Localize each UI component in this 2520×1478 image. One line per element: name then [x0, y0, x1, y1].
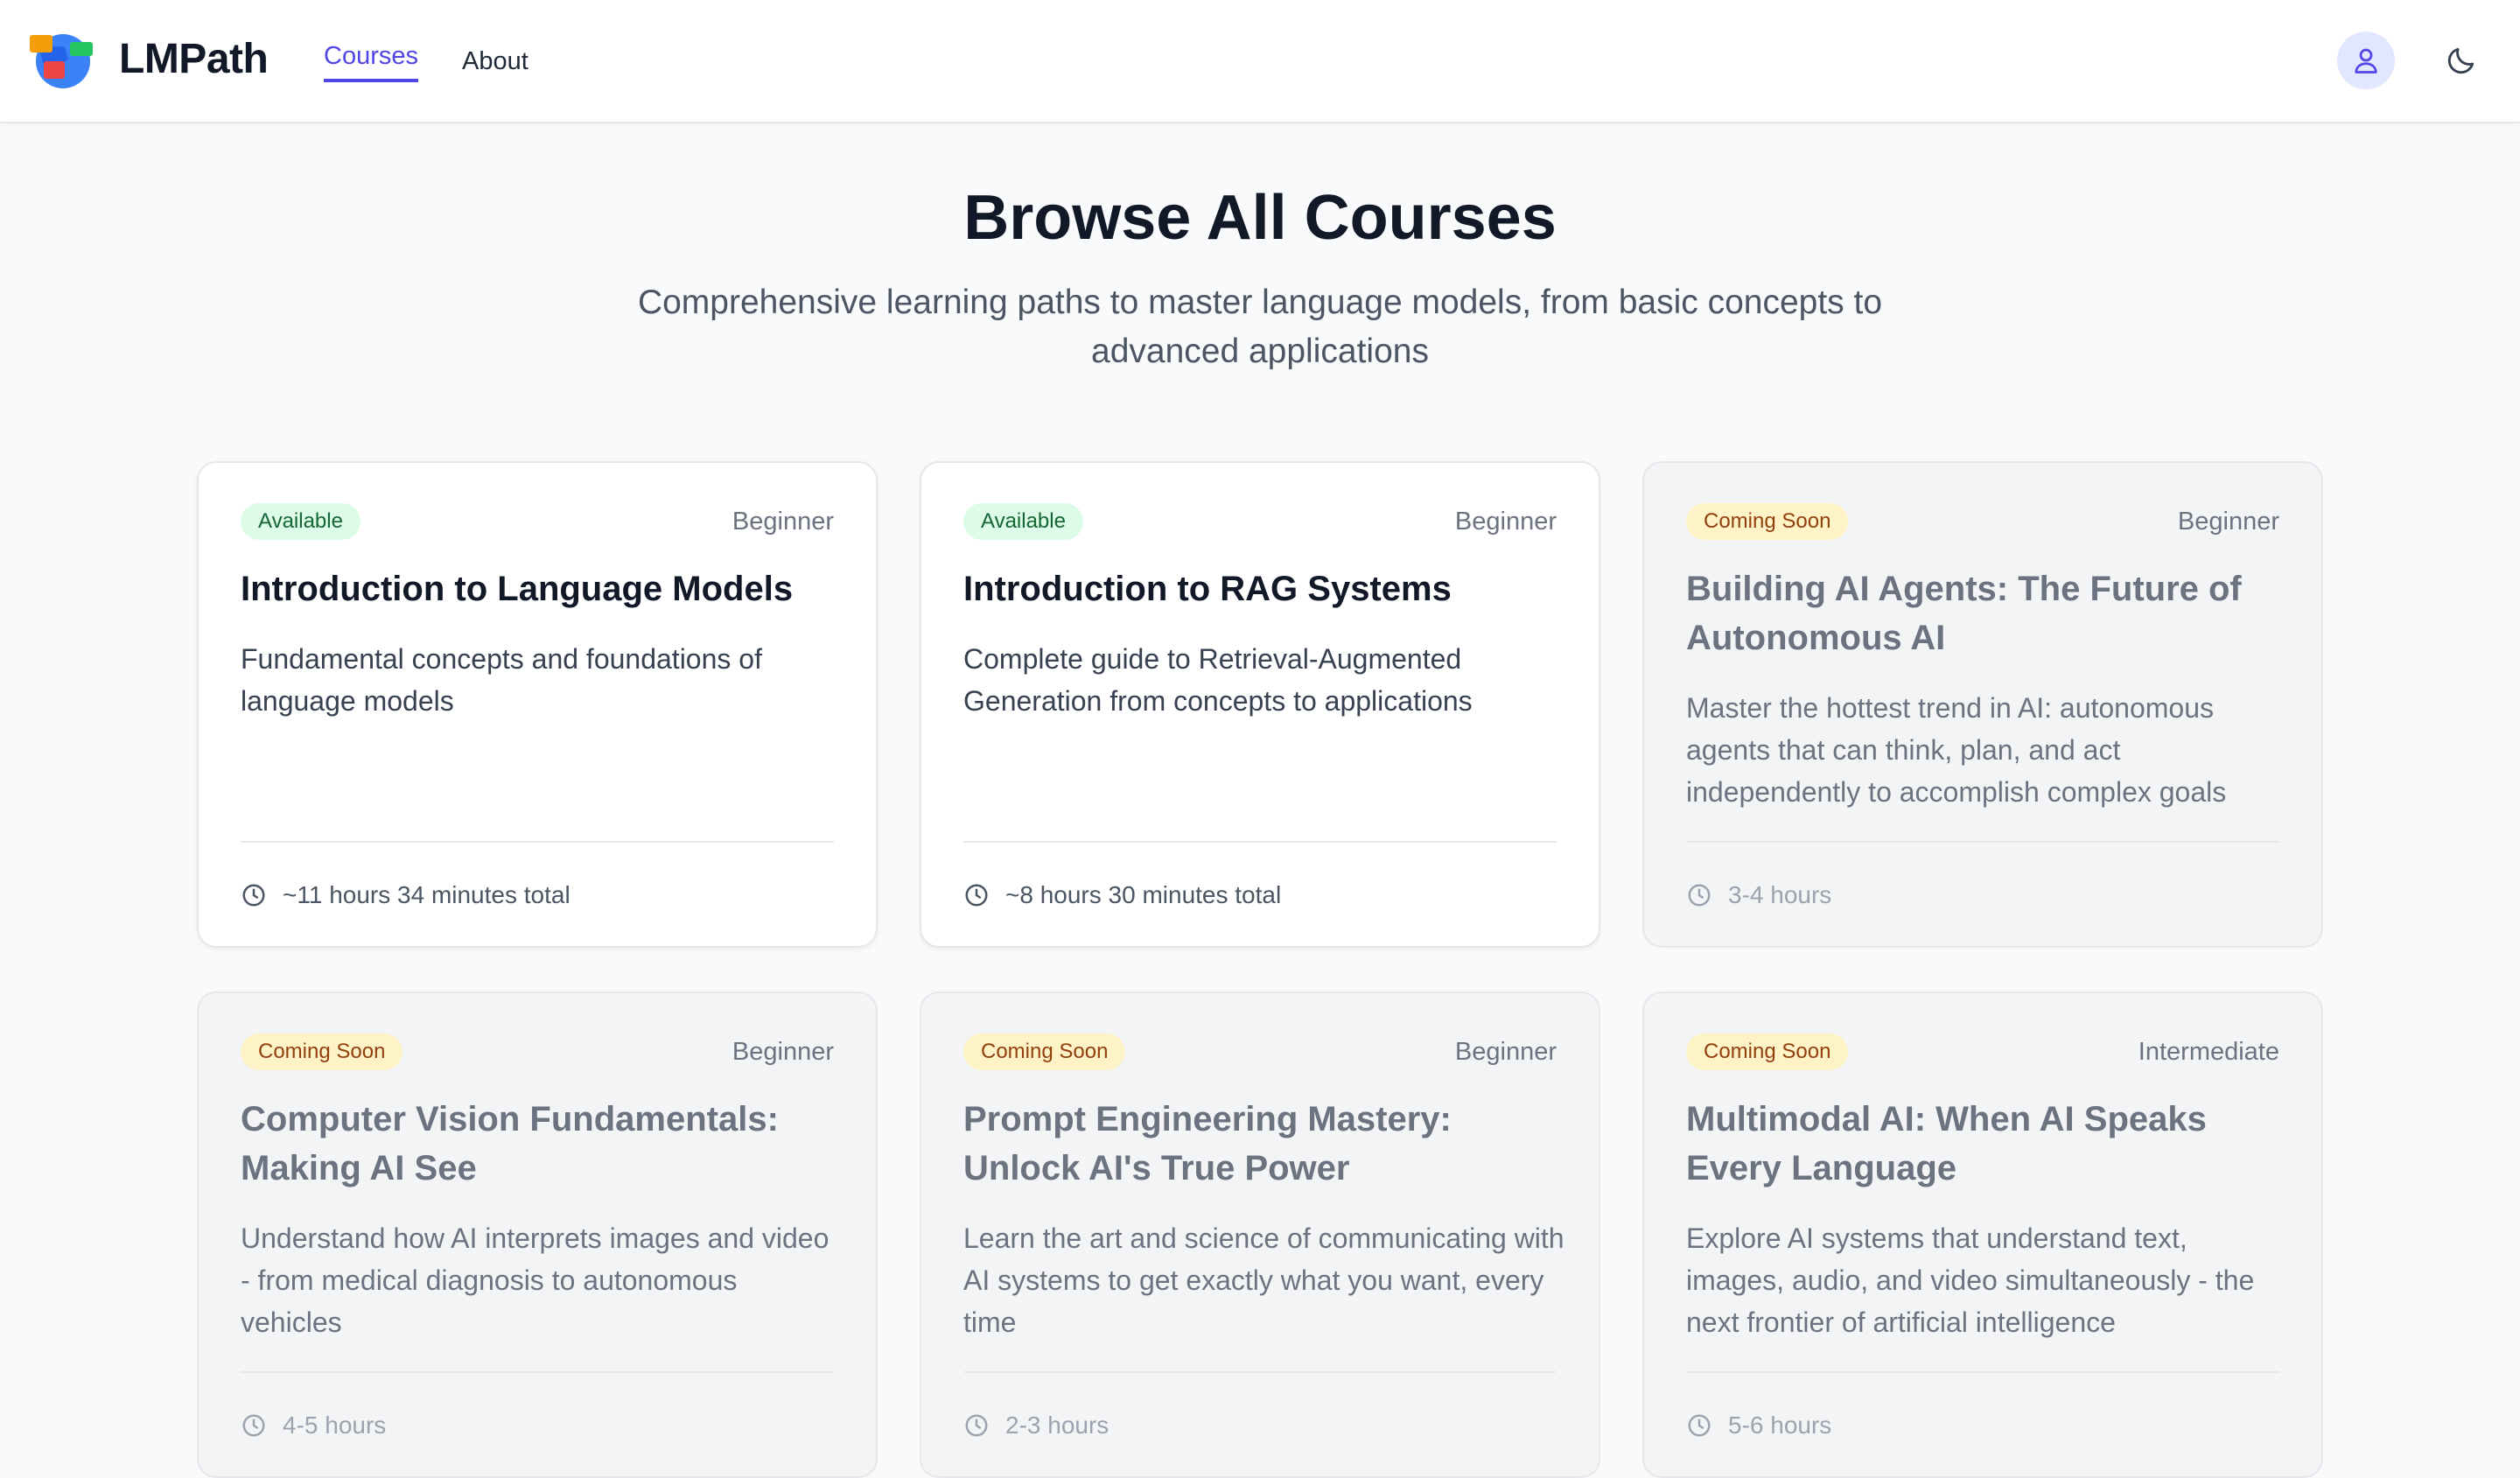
- nav-courses-link[interactable]: Courses: [324, 39, 418, 82]
- course-card: Coming Soon Beginner Building AI Agents:…: [1642, 461, 2323, 948]
- course-level: Beginner: [732, 1038, 834, 1066]
- course-duration: 2-3 hours: [963, 1408, 1109, 1443]
- duration-text: 3-4 hours: [1728, 881, 1832, 908]
- course-title: Building AI Agents: The Future of Autono…: [1686, 570, 2242, 657]
- course-card: Coming Soon Intermediate Multimodal AI: …: [1642, 991, 2323, 1478]
- status-badge: Coming Soon: [241, 1033, 403, 1070]
- page-subtitle: Comprehensive learning paths to master l…: [637, 284, 1883, 370]
- top-nav-bar: LMPath Courses About: [0, 0, 2520, 123]
- course-level: Beginner: [2177, 508, 2279, 536]
- course-duration: ~8 hours 30 minutes total: [963, 878, 1281, 913]
- clock-icon: [1688, 884, 1711, 907]
- status-badge: Coming Soon: [963, 1033, 1126, 1070]
- course-title: Computer Vision Fundamentals: Making AI …: [241, 1100, 779, 1187]
- course-description: Complete guide to Retrieval-Augmented Ge…: [963, 643, 1473, 717]
- course-description: Learn the art and science of communicati…: [963, 1222, 1564, 1338]
- card-divider: [963, 841, 1557, 843]
- moon-icon: [2447, 47, 2474, 74]
- course-description: Master the hottest trend in AI: autonomo…: [1686, 692, 2227, 808]
- course-description: Explore AI systems that understand text,…: [1686, 1222, 2255, 1338]
- clock-icon: [242, 1414, 265, 1437]
- course-title: Prompt Engineering Mastery: Unlock AI's …: [963, 1100, 1452, 1187]
- clock-icon: [965, 1414, 988, 1437]
- user-profile-button[interactable]: [2337, 32, 2395, 89]
- course-duration: 5-6 hours: [1686, 1408, 1831, 1443]
- course-card[interactable]: Available Beginner Introduction to RAG S…: [920, 461, 1600, 948]
- course-description: Understand how AI interprets images and …: [241, 1222, 830, 1338]
- duration-text: ~8 hours 30 minutes total: [1005, 881, 1282, 908]
- course-card[interactable]: Available Beginner Introduction to Langu…: [197, 461, 878, 948]
- status-badge: Available: [241, 503, 360, 540]
- course-duration: 4-5 hours: [241, 1408, 386, 1443]
- status-badge: Coming Soon: [1686, 503, 1849, 540]
- course-level: Beginner: [1454, 1038, 1557, 1066]
- course-level: Intermediate: [2138, 1038, 2279, 1066]
- course-duration: ~11 hours 34 minutes total: [241, 878, 570, 913]
- duration-text: 5-6 hours: [1728, 1411, 1832, 1439]
- theme-toggle-button[interactable]: [2441, 40, 2482, 81]
- user-icon: [2355, 48, 2377, 74]
- card-divider: [241, 841, 834, 843]
- page-title: Browse All Courses: [963, 183, 1557, 253]
- course-card: Coming Soon Beginner Prompt Engineering …: [920, 991, 1600, 1478]
- duration-text: ~11 hours 34 minutes total: [283, 881, 570, 908]
- clock-icon: [965, 884, 988, 907]
- nav-about-link[interactable]: About: [462, 44, 528, 79]
- course-level: Beginner: [732, 508, 834, 536]
- card-divider: [1686, 841, 2279, 843]
- card-divider: [1686, 1371, 2279, 1373]
- course-card: Coming Soon Beginner Computer Vision Fun…: [197, 991, 878, 1478]
- brand-name[interactable]: LMPath: [119, 33, 269, 86]
- duration-text: 4-5 hours: [283, 1411, 387, 1439]
- course-title[interactable]: Introduction to RAG Systems: [963, 564, 1567, 613]
- course-title[interactable]: Introduction to Language Models: [241, 564, 844, 613]
- lmpath-logo-icon[interactable]: [30, 28, 96, 89]
- course-description: Fundamental concepts and foundations of …: [241, 643, 762, 717]
- card-divider: [241, 1371, 834, 1373]
- clock-icon: [1688, 1414, 1711, 1437]
- card-divider: [963, 1371, 1557, 1373]
- course-duration: 3-4 hours: [1686, 878, 1831, 913]
- duration-text: 2-3 hours: [1005, 1411, 1110, 1439]
- course-level: Beginner: [1454, 508, 1557, 536]
- course-title: Multimodal AI: When AI Speaks Every Lang…: [1686, 1100, 2207, 1187]
- status-badge: Available: [963, 503, 1083, 540]
- status-badge: Coming Soon: [1686, 1033, 1849, 1070]
- clock-icon: [242, 884, 265, 907]
